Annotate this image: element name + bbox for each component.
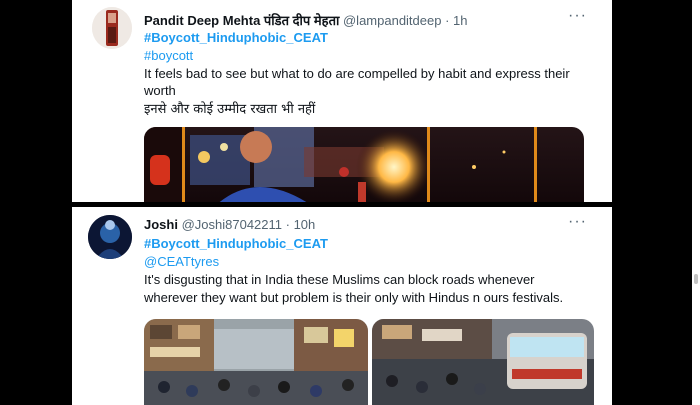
tweet-text: It feels bad to see but what to do are c…: [144, 66, 570, 81]
more-icon[interactable]: ···: [568, 7, 587, 25]
scrollbar[interactable]: [692, 0, 700, 405]
avatar[interactable]: [92, 7, 132, 49]
author-handle-time[interactable]: @lampanditdeep · 1h: [343, 13, 468, 28]
author-name[interactable]: Pandit Deep Mehta पंडित दीप मेहता: [144, 13, 339, 28]
tweet-card[interactable]: Joshi @Joshi87042211 · 10h ··· #Boycott_…: [72, 207, 612, 405]
tweet-text: worth: [144, 83, 176, 98]
hashtag-link[interactable]: #Boycott_Hinduphobic_CEAT: [144, 236, 328, 251]
tweet-image[interactable]: [144, 127, 584, 202]
tweet-card[interactable]: Pandit Deep Mehta पंडित दीप मेहता @lampa…: [72, 0, 612, 202]
hashtag-link[interactable]: #Boycott_Hinduphobic_CEAT: [144, 30, 328, 45]
tweet-image[interactable]: [144, 319, 368, 405]
author-handle-time[interactable]: @Joshi87042211 · 10h: [182, 217, 316, 232]
tweet-text: इनसे और कोई उम्मीद रखता भी नहीं: [144, 102, 316, 117]
more-icon[interactable]: ···: [568, 213, 587, 231]
hashtag-link[interactable]: #boycott: [144, 48, 193, 63]
mention-link[interactable]: @CEATtyres: [144, 254, 219, 269]
tweet-text: It's disgusting that in India these Musl…: [144, 272, 535, 287]
author-name[interactable]: Joshi: [144, 217, 178, 232]
scrollbar-thumb[interactable]: [694, 274, 698, 284]
avatar[interactable]: [88, 215, 132, 259]
tweet-text: wherever they want but problem is their …: [144, 290, 564, 305]
tweet-image[interactable]: [372, 319, 594, 405]
